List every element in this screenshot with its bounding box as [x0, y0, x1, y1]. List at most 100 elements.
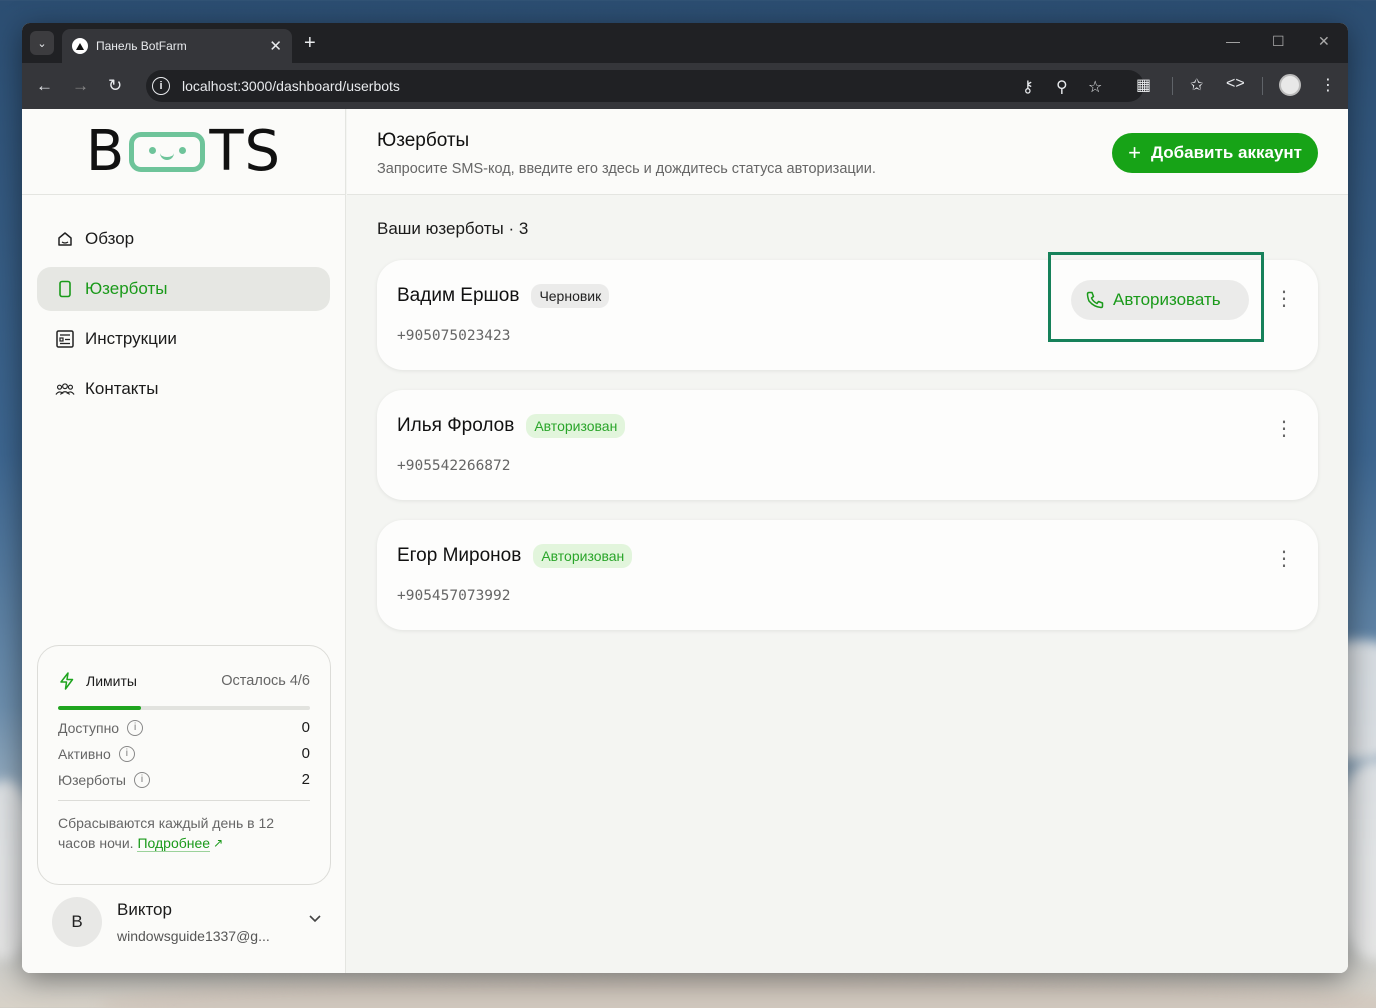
- userbot-name: Егор Миронов: [397, 545, 522, 566]
- favicon-icon: [72, 38, 88, 54]
- maximize-button[interactable]: ☐: [1272, 33, 1285, 50]
- limits-row-available: Доступно i 0: [58, 719, 310, 736]
- tab-title: Панель BotFarm: [96, 39, 187, 53]
- userbot-name: Илья Фролов: [397, 415, 515, 436]
- limits-divider: [58, 800, 310, 801]
- info-icon[interactable]: i: [127, 719, 144, 736]
- authorize-label: Авторизовать: [1113, 290, 1221, 309]
- limits-note: Сбрасываются каждый день в 12 часов ночи…: [58, 813, 310, 853]
- user-name: Виктор: [117, 900, 172, 919]
- phone-call-icon: [1086, 291, 1104, 309]
- browser-tab[interactable]: Панель BotFarm ✕: [62, 29, 292, 63]
- browser-toolbar: ← → ↻ i localhost:3000/dashboard/userbot…: [22, 63, 1348, 109]
- sidebar: B TS Обзор Юзерботы Инструкции Контакты …: [22, 109, 346, 973]
- limits-progress-bar: [58, 706, 310, 710]
- minimize-button[interactable]: —: [1226, 33, 1240, 49]
- favorites-icon[interactable]: ✩: [1190, 75, 1203, 95]
- devtools-icon[interactable]: <>: [1226, 75, 1245, 93]
- sidebar-item-contacts[interactable]: Контакты: [37, 367, 330, 411]
- userbot-card: Егор Миронов Авторизован +905457073992 ⋮: [377, 520, 1318, 630]
- section-title: Ваши юзерботы · 3: [377, 219, 529, 238]
- limits-row-userbots: Юзерботы i 2: [58, 771, 310, 788]
- forward-icon[interactable]: →: [72, 76, 89, 96]
- more-info-link[interactable]: Подробнее: [137, 835, 211, 852]
- new-tab-button[interactable]: +: [304, 31, 316, 55]
- close-tab-icon[interactable]: ✕: [269, 37, 282, 55]
- status-badge: Авторизован: [526, 414, 626, 438]
- info-icon[interactable]: i: [118, 745, 135, 762]
- userbot-phone: +905075023423: [397, 328, 511, 344]
- close-window-button[interactable]: ✕: [1318, 33, 1330, 50]
- limits-row-label: Доступно: [58, 719, 120, 736]
- toolbar-divider: [1262, 77, 1263, 95]
- limits-row-label: Активно: [58, 745, 111, 762]
- logo-letters-ts: TS: [209, 119, 282, 184]
- status-badge: Черновик: [531, 284, 610, 308]
- reload-icon[interactable]: ↻: [108, 76, 122, 96]
- extensions-icon[interactable]: ▦: [1136, 75, 1151, 95]
- user-email: windowsguide1337@g...: [117, 928, 270, 944]
- bookmark-star-icon[interactable]: ☆: [1088, 77, 1102, 97]
- user-menu[interactable]: В Виктор windowsguide1337@g...: [52, 897, 322, 947]
- sidebar-item-label: Обзор: [85, 229, 135, 248]
- avatar: В: [52, 897, 102, 947]
- authorize-button[interactable]: Авторизовать: [1071, 280, 1249, 320]
- add-account-button[interactable]: + Добавить аккаунт: [1112, 133, 1318, 173]
- home-icon: [55, 229, 75, 249]
- userbot-phone: +905542266872: [397, 458, 511, 474]
- status-badge: Авторизован: [533, 544, 633, 568]
- plus-icon: +: [1128, 140, 1141, 165]
- sidebar-item-overview[interactable]: Обзор: [37, 217, 330, 261]
- chevron-down-icon[interactable]: [308, 911, 322, 927]
- back-icon[interactable]: ←: [36, 76, 53, 96]
- limits-progress-fill: [58, 706, 142, 710]
- sidebar-nav: Обзор Юзерботы Инструкции Контакты: [22, 195, 345, 411]
- tab-bar: ⌄ Панель BotFarm ✕ + — ☐ ✕: [22, 23, 1348, 63]
- sidebar-item-userbots[interactable]: Юзерботы: [37, 267, 330, 311]
- profile-avatar[interactable]: [1279, 74, 1301, 96]
- userbot-card: Вадим Ершов Черновик +905075023423 Автор…: [377, 252, 1318, 370]
- address-bar[interactable]: i localhost:3000/dashboard/userbots ⚷ ⚲ …: [146, 70, 1144, 102]
- limits-row-value: 0: [301, 719, 310, 736]
- info-icon[interactable]: i: [133, 771, 150, 788]
- sidebar-item-instructions[interactable]: Инструкции: [37, 317, 330, 361]
- more-options-icon[interactable]: ⋮: [1274, 549, 1294, 569]
- browser-window: ⌄ Панель BotFarm ✕ + — ☐ ✕ ← → ↻ i local…: [22, 23, 1348, 973]
- browser-menu-icon[interactable]: ⋮: [1320, 75, 1336, 95]
- limits-title: Лимиты: [86, 673, 137, 689]
- limits-remaining: Осталось 4/6: [221, 673, 310, 689]
- logo[interactable]: B TS: [86, 119, 281, 184]
- page-title: Юзерботы: [377, 130, 470, 151]
- page-subtitle: Запросите SMS-код, введите его здесь и д…: [377, 161, 876, 177]
- toolbar-divider: [1172, 77, 1173, 95]
- logo-letter-b: B: [85, 119, 126, 184]
- site-info-icon[interactable]: i: [152, 77, 170, 95]
- sidebar-item-label: Инструкции: [85, 329, 177, 348]
- url-text: localhost:3000/dashboard/userbots: [182, 78, 400, 94]
- more-options-icon[interactable]: ⋮: [1274, 419, 1294, 439]
- password-key-icon[interactable]: ⚷: [1022, 77, 1034, 97]
- userbot-card: Илья Фролов Авторизован +905542266872 ⋮: [377, 390, 1318, 500]
- external-link-icon: ↗: [213, 836, 224, 850]
- logo-area: B TS: [22, 109, 345, 195]
- limits-row-active: Активно i 0: [58, 745, 310, 762]
- userbot-name: Вадим Ершов: [397, 285, 520, 306]
- app: B TS Обзор Юзерботы Инструкции Контакты …: [22, 109, 1348, 973]
- robot-face-icon: [129, 131, 206, 172]
- users-icon: [55, 379, 75, 399]
- zoom-icon[interactable]: ⚲: [1056, 77, 1068, 97]
- more-options-icon[interactable]: ⋮: [1274, 289, 1294, 309]
- sidebar-item-label: Юзерботы: [85, 279, 168, 298]
- document-icon: [55, 329, 75, 349]
- add-account-label: Добавить аккаунт: [1150, 143, 1302, 162]
- limits-header: Лимиты Осталось 4/6: [58, 672, 310, 690]
- page-header: Юзерботы Запросите SMS-код, введите его …: [347, 109, 1348, 195]
- phone-icon: [55, 279, 75, 299]
- limits-row-value: 2: [301, 771, 310, 788]
- limits-row-value: 0: [301, 745, 310, 762]
- tab-search-button[interactable]: ⌄: [30, 31, 54, 55]
- lightning-icon: [60, 672, 74, 690]
- userbot-phone: +905457073992: [397, 588, 511, 604]
- limits-panel: Лимиты Осталось 4/6 Доступно i 0 Активно i…: [37, 645, 331, 885]
- main-content: Юзерботы Запросите SMS-код, введите его …: [347, 109, 1348, 973]
